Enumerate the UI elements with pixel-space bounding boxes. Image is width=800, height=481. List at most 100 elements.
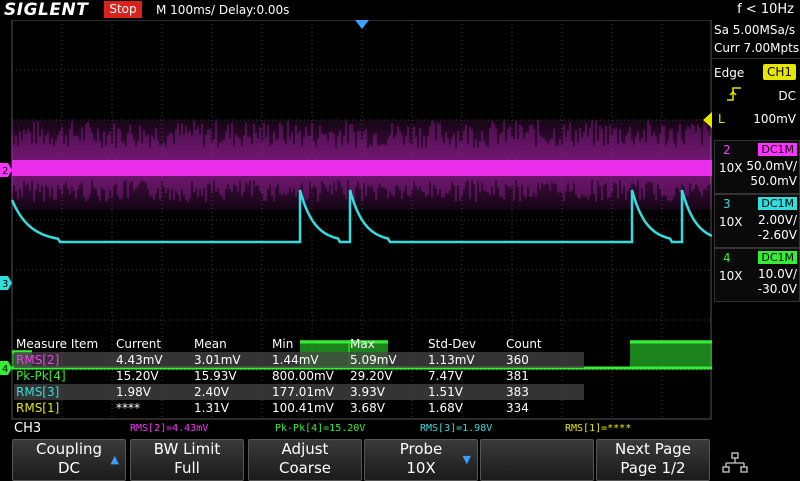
col-current: Current — [116, 337, 162, 351]
softkey-value: Full — [174, 459, 200, 477]
measure-cell-count: 381 — [506, 369, 529, 383]
ch2-trace-core — [12, 160, 712, 176]
info-measurement: RMS[1]=**** — [565, 423, 632, 434]
channel-probe: 10X — [719, 161, 743, 175]
channel-volts-div: 10.0V/ — [758, 267, 797, 281]
svg-text:2: 2 — [2, 166, 8, 177]
up-arrow-icon: ▲ — [110, 453, 119, 466]
channel-coupling: DC1M — [758, 197, 797, 210]
channel-4-panel[interactable]: 4 DC1M 10X 10.0V/-30.0V — [714, 248, 800, 302]
probe-softkey[interactable]: Probe 10X ▼ — [364, 439, 478, 481]
measure-cell-std: 1.51V — [428, 385, 463, 399]
measure-cell-count: 383 — [506, 385, 529, 399]
col-max: Max — [350, 337, 375, 351]
trigger-type: Edge — [714, 66, 745, 80]
measure-info-line — [0, 420, 800, 436]
trigger-position-marker — [355, 20, 369, 29]
measure-cell-count: 334 — [506, 401, 529, 415]
channel-scale: 2.00V/-2.60V — [758, 213, 797, 243]
measure-cell-item: RMS[2] — [16, 353, 60, 367]
trigger-level: 100mV — [753, 112, 796, 126]
active-channel-label: CH3 — [14, 421, 42, 436]
measure-row: RMS[1] **** 1.31V 100.41mV 3.68V 1.68V 334 — [14, 400, 584, 416]
trigger-coupling: DC — [778, 89, 796, 103]
col-std-dev: Std-Dev — [428, 337, 476, 351]
measure-cell-max: 5.09mV — [350, 353, 397, 367]
softkey-value: 10X — [406, 459, 436, 477]
measure-cell-item: RMS[1] — [16, 401, 60, 415]
channel-coupling: DC1M — [758, 143, 797, 156]
col-count: Count — [506, 337, 542, 351]
softkey-label: Probe — [399, 440, 443, 458]
measure-cell-mean: 3.01mV — [194, 353, 241, 367]
top-status-bar: SIGLENT Stop M 100ms/ Delay:0.00s f < 10… — [0, 0, 800, 20]
measure-cell-max: 3.68V — [350, 401, 385, 415]
measure-cell-current: 1.98V — [116, 385, 151, 399]
trigger-panel[interactable]: Edge CH1 DC L 100mV — [712, 58, 800, 129]
measure-cell-min: 1.44mV — [272, 353, 319, 367]
measure-cell-current: 4.43mV — [116, 353, 163, 367]
measure-cell-min: 800.00mV — [272, 369, 334, 383]
col-measure-item: Measure Item — [16, 337, 99, 351]
info-measurement: Pk-Pk[4]=15.20V — [275, 423, 366, 434]
bw-limit-softkey[interactable]: BW Limit Full — [130, 439, 244, 481]
rising-edge-icon — [727, 87, 741, 101]
channel-volts-div: 50.0mV/ — [746, 159, 797, 173]
info-measurement: RMS[2]=4.43mV — [130, 423, 209, 434]
channel-number: 4 — [723, 251, 731, 265]
next-page-softkey[interactable]: Next Page Page 1/2 — [596, 439, 710, 481]
col-min: Min — [272, 337, 294, 351]
measure-cell-min: 177.01mV — [272, 385, 334, 399]
trigger-source: CH1 — [762, 64, 796, 80]
channel-volts-div: 2.00V/ — [758, 213, 797, 227]
measure-cell-item: RMS[3] — [16, 385, 60, 399]
measurement-table: Measure Item Current Mean Min Max Std-De… — [14, 336, 584, 416]
measure-cell-std: 7.47V — [428, 369, 463, 383]
channel-scale: 50.0mV/50.0mV — [746, 159, 797, 189]
channel-scale: 10.0V/-30.0V — [758, 267, 797, 297]
sample-rate: Sa 5.00MSa/s — [714, 23, 796, 37]
ch3-offset-marker: 3 — [0, 276, 12, 290]
measure-cell-mean: 15.93V — [194, 369, 237, 383]
ch2-offset-marker: 2 — [0, 163, 12, 177]
measure-cell-current: **** — [116, 401, 140, 415]
blank-softkey[interactable] — [480, 439, 594, 481]
softkey-label: Coupling — [35, 440, 103, 458]
coupling-softkey[interactable]: Coupling DC ▲ — [12, 439, 126, 481]
softkey-label: BW Limit — [153, 440, 221, 458]
measure-header-row: Measure Item Current Mean Min Max Std-De… — [14, 336, 584, 352]
channel-probe: 10X — [719, 269, 743, 283]
col-mean: Mean — [194, 337, 227, 351]
ch4-burst — [630, 340, 712, 368]
softkey-value: DC — [57, 459, 81, 477]
channel-number: 2 — [723, 143, 731, 157]
measure-row: RMS[3] 1.98V 2.40V 177.01mV 3.93V 1.51V 383 — [14, 384, 584, 400]
memory-depth: Curr 7.00Mpts — [714, 41, 800, 55]
down-arrow-icon: ▼ — [462, 453, 471, 466]
frequency-readout: f < 10Hz — [737, 2, 794, 17]
svg-text:4: 4 — [2, 364, 8, 375]
measure-row: RMS[2] 4.43mV 3.01mV 1.44mV 5.09mV 1.13mV 360 — [14, 352, 584, 368]
channel-2-panel[interactable]: 2 DC1M 10X 50.0mV/50.0mV — [714, 140, 800, 194]
timebase-readout[interactable]: M 100ms/ Delay:0.00s — [156, 0, 289, 20]
measure-cell-current: 15.20V — [116, 369, 159, 383]
info-measurement: RMS[3]=1.98V — [420, 423, 493, 434]
ch4-offset-marker: 4 — [0, 361, 12, 375]
channel-number: 3 — [723, 197, 731, 211]
softkey-value: Coarse — [278, 459, 332, 477]
softkey-value: Page 1/2 — [620, 459, 686, 477]
measure-cell-std: 1.13mV — [428, 353, 475, 367]
channel-3-panel[interactable]: 3 DC1M 10X 2.00V/-2.60V — [714, 194, 800, 248]
measure-cell-count: 360 — [506, 353, 529, 367]
measure-cell-min: 100.41mV — [272, 401, 334, 415]
right-info-panel: Sa 5.00MSa/s Curr 7.00Mpts Edge CH1 DC L… — [712, 20, 800, 420]
measure-row: Pk-Pk[4] 15.20V 15.93V 800.00mV 29.20V 7.47V 3… — [14, 368, 584, 384]
adjust-softkey[interactable]: Adjust Coarse — [248, 439, 362, 481]
channel-coupling: DC1M — [758, 251, 797, 264]
softkey-label: Adjust — [281, 440, 329, 458]
measure-cell-max: 29.20V — [350, 369, 393, 383]
softkey-label: Next Page — [614, 440, 692, 458]
run-stop-badge[interactable]: Stop — [104, 1, 142, 18]
channel-offset: -30.0V — [757, 282, 797, 296]
measure-cell-item: Pk-Pk[4] — [16, 369, 66, 383]
